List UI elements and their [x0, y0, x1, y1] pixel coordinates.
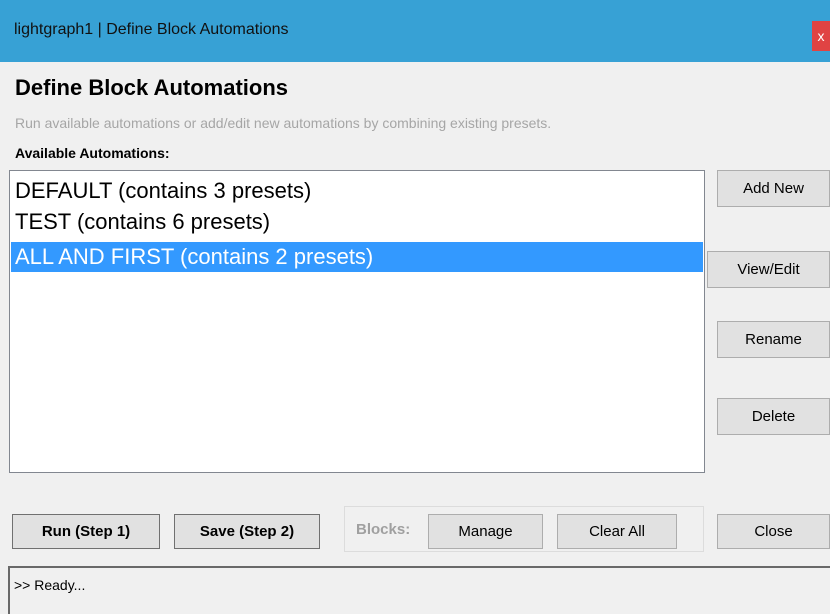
view-edit-button[interactable]: View/Edit	[707, 251, 830, 288]
window-close-button[interactable]: x	[812, 21, 830, 51]
dialog-subtitle: Run available automations or add/edit ne…	[15, 115, 552, 131]
run-step1-button[interactable]: Run (Step 1)	[12, 514, 160, 549]
close-icon: x	[817, 28, 825, 44]
automation-item-all-and-first[interactable]: ALL AND FIRST (contains 2 presets)	[11, 242, 703, 272]
status-text: >> Ready...	[14, 577, 86, 593]
clear-all-button[interactable]: Clear All	[557, 514, 677, 549]
status-bar: >> Ready...	[8, 566, 830, 614]
save-step2-button[interactable]: Save (Step 2)	[174, 514, 320, 549]
add-new-button[interactable]: Add New	[717, 170, 830, 207]
automations-listbox[interactable]: DEFAULT (contains 3 presets) TEST (conta…	[9, 170, 705, 473]
automation-item-test[interactable]: TEST (contains 6 presets)	[11, 207, 703, 237]
close-button[interactable]: Close	[717, 514, 830, 549]
dialog-heading: Define Block Automations	[15, 75, 288, 100]
rename-button[interactable]: Rename	[717, 321, 830, 358]
blocks-label: Blocks:	[356, 521, 411, 538]
automation-item-default[interactable]: DEFAULT (contains 3 presets)	[11, 176, 703, 206]
window-titlebar: lightgraph1 | Define Block Automations x	[0, 0, 830, 62]
automations-list-label: Available Automations:	[15, 145, 170, 161]
window-title: lightgraph1 | Define Block Automations	[14, 21, 289, 38]
delete-button[interactable]: Delete	[717, 398, 830, 435]
manage-blocks-button[interactable]: Manage	[428, 514, 543, 549]
